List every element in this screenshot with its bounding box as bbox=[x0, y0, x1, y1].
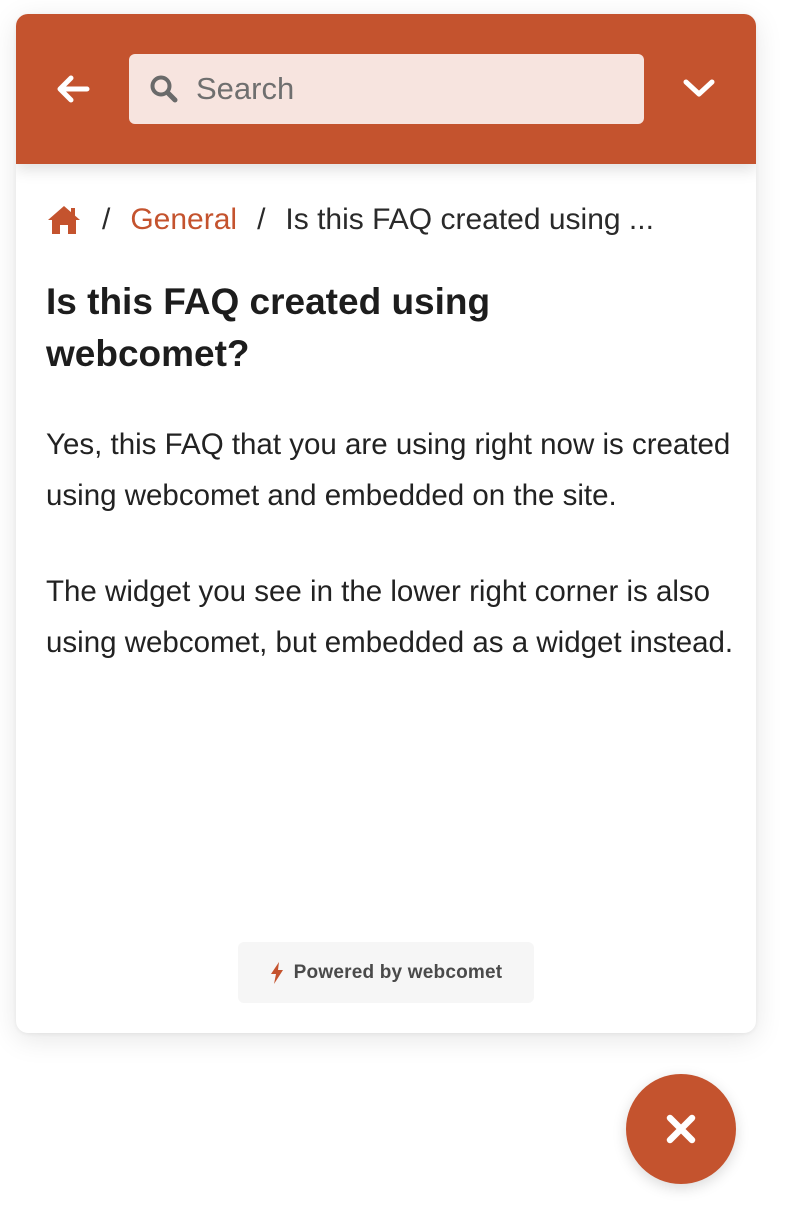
back-button[interactable] bbox=[50, 66, 96, 112]
faq-widget-panel: / General / Is this FAQ created using ..… bbox=[16, 14, 756, 1033]
search-input[interactable] bbox=[196, 54, 626, 124]
breadcrumb: / General / Is this FAQ created using ..… bbox=[46, 200, 736, 240]
breadcrumb-current: Is this FAQ created using ... bbox=[285, 203, 654, 236]
article-title: Is this FAQ created using webcomet? bbox=[46, 281, 491, 374]
home-icon[interactable] bbox=[46, 204, 82, 236]
powered-by-label: Powered by webcomet bbox=[293, 961, 503, 983]
collapse-dropdown-button[interactable] bbox=[676, 66, 722, 112]
bolt-icon bbox=[270, 961, 283, 984]
close-icon bbox=[666, 1114, 696, 1144]
article-paragraph: Yes, this FAQ that you are using right n… bbox=[46, 428, 731, 512]
close-widget-button[interactable] bbox=[626, 1074, 736, 1184]
breadcrumb-separator: / bbox=[257, 203, 266, 236]
breadcrumb-category-link[interactable]: General bbox=[130, 203, 237, 237]
arrow-left-icon bbox=[57, 75, 90, 103]
breadcrumb-separator: / bbox=[102, 203, 111, 236]
widget-header bbox=[16, 14, 756, 164]
search-box[interactable] bbox=[129, 54, 644, 124]
search-icon bbox=[150, 75, 178, 103]
powered-by-badge[interactable]: Powered by webcomet bbox=[238, 942, 534, 1003]
chevron-down-icon bbox=[683, 79, 715, 97]
article-body: Yes, this FAQ that you are using right n… bbox=[46, 419, 736, 713]
article-paragraph: The widget you see in the lower right co… bbox=[46, 575, 734, 659]
